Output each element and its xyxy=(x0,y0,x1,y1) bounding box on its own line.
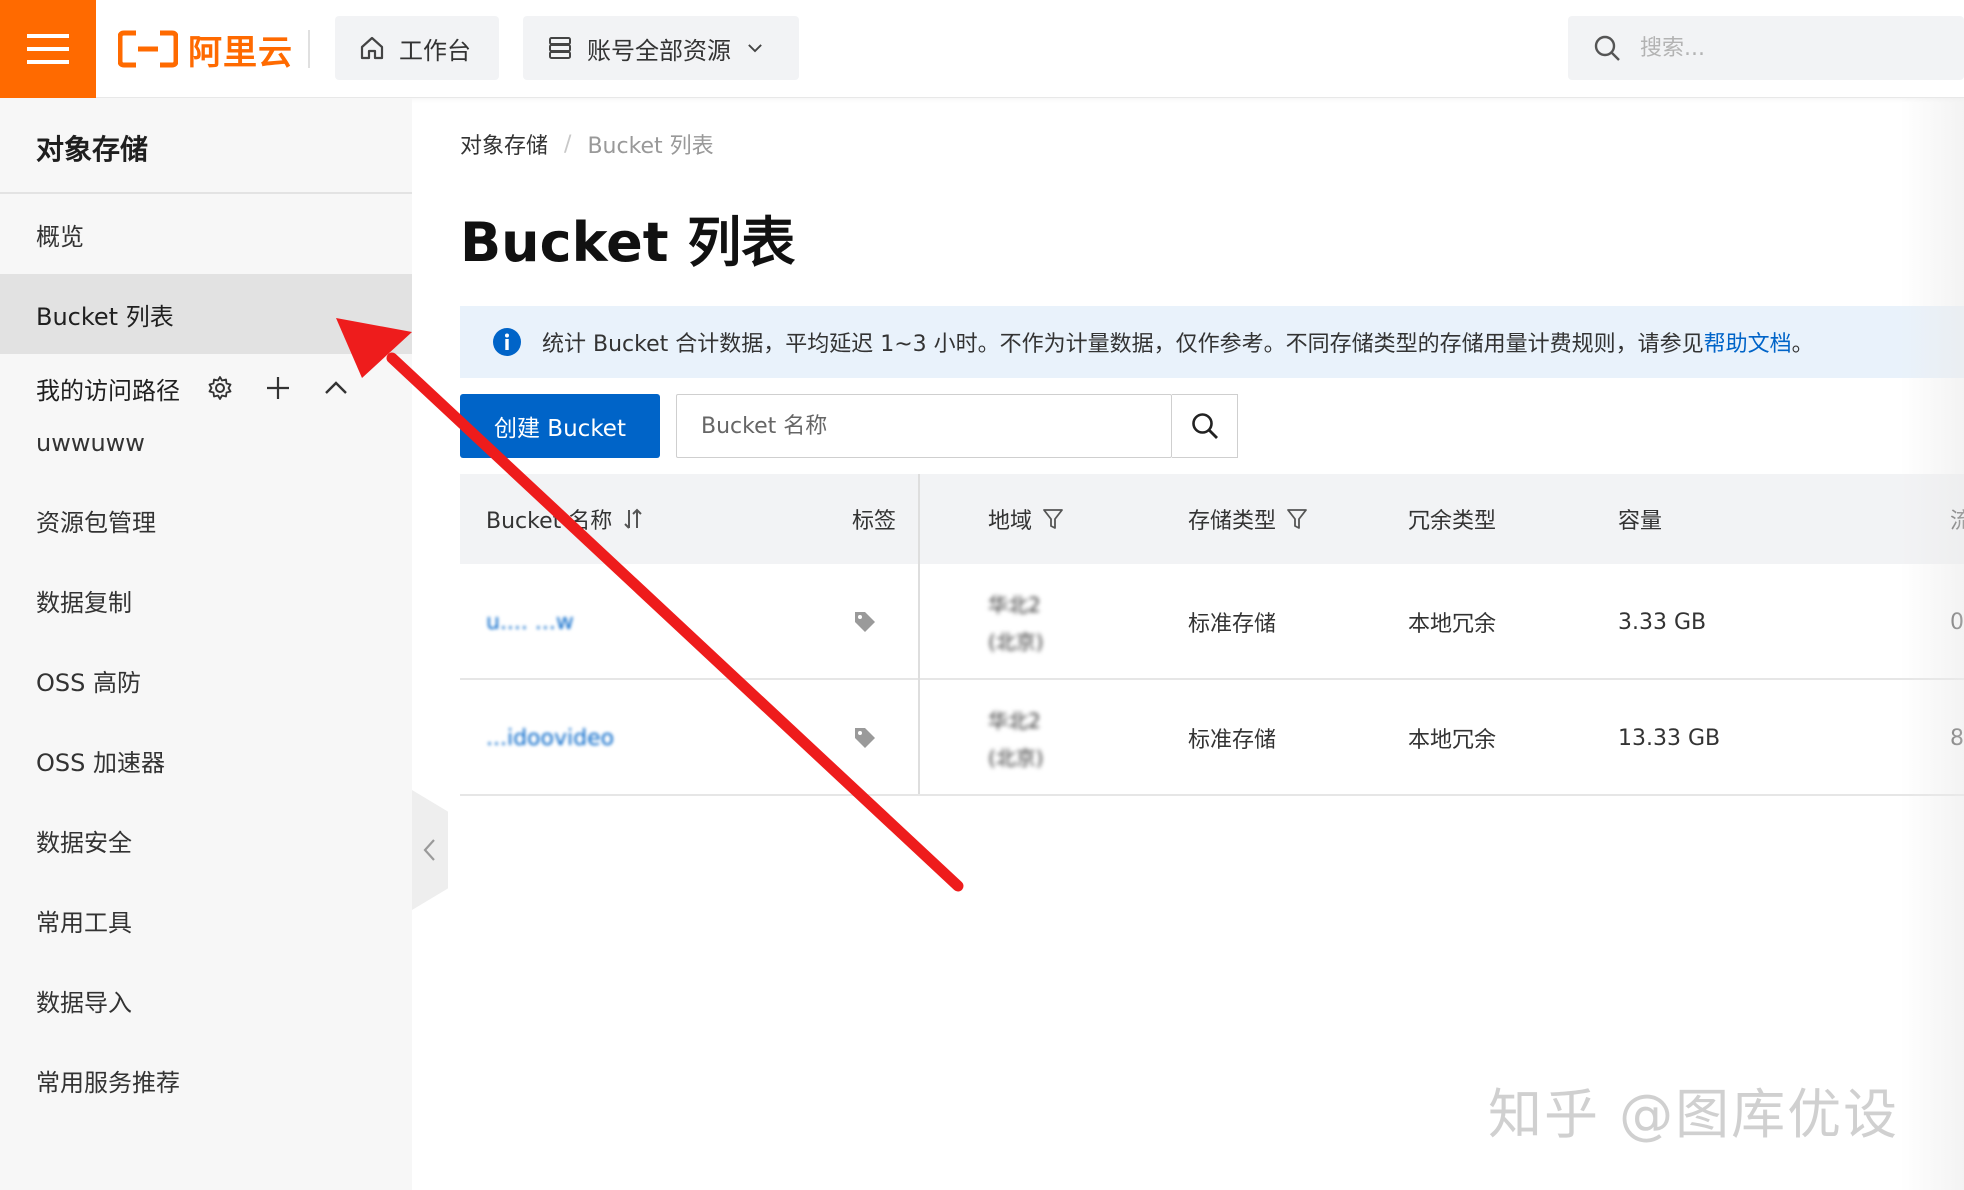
chevron-up-icon[interactable] xyxy=(322,374,350,402)
logo-separator xyxy=(308,30,310,68)
create-bucket-button[interactable]: 创建 Bucket xyxy=(460,394,660,458)
th-bucket-name-label: Bucket 名称 xyxy=(486,509,613,534)
info-banner: 统计 Bucket 合计数据，平均延迟 1~3 小时。不作为计量数据，仅作参考。… xyxy=(460,306,1964,378)
filter-icon xyxy=(1043,509,1063,529)
help-docs-link[interactable]: 帮助文档 xyxy=(1704,332,1792,357)
region-line1: 华北2 xyxy=(988,709,1041,733)
region-line1: 华北2 xyxy=(988,593,1041,617)
region-line2: (北京) xyxy=(988,746,1044,770)
main-content: 对象存储 / Bucket 列表 Bucket 列表 统计 Bucket 合计数… xyxy=(412,98,1964,1190)
capacity-cell: 3.33 GB xyxy=(1618,609,1707,635)
workbench-button[interactable]: 工作台 xyxy=(335,16,499,80)
bucket-name-search xyxy=(676,394,1172,458)
menu-button[interactable] xyxy=(0,0,96,98)
sidebar-item-recommended-services[interactable]: 常用服务推荐 xyxy=(0,1040,412,1120)
resources-dropdown[interactable]: 账号全部资源 xyxy=(523,16,799,80)
plus-icon[interactable] xyxy=(264,374,292,402)
resources-label: 账号全部资源 xyxy=(587,36,731,65)
region-line2: (北京) xyxy=(988,630,1044,654)
home-icon xyxy=(360,36,384,60)
sidebar-item-oss-accelerator[interactable]: OSS 加速器 xyxy=(0,720,412,800)
breadcrumb-separator: / xyxy=(564,131,572,157)
table-row: u.... ...w 华北2 (北京) 标准存储 本地冗余 3.33 GB 0 xyxy=(460,564,1964,680)
sidebar-item-bucket-list[interactable]: Bucket 列表 xyxy=(0,274,412,354)
sidebar-item-data-replication[interactable]: 数据复制 xyxy=(0,560,412,640)
redundancy-cell: 本地冗余 xyxy=(1408,612,1497,637)
info-icon xyxy=(493,328,521,356)
global-search-input[interactable] xyxy=(1640,35,1940,61)
aliyun-logo[interactable]: 阿里云 xyxy=(118,26,293,73)
th-storage-type-label: 存储类型 xyxy=(1188,509,1277,534)
storage-type-cell: 标准存储 xyxy=(1188,612,1277,637)
storage-type-cell: 标准存储 xyxy=(1188,728,1277,753)
breadcrumb: 对象存储 / Bucket 列表 xyxy=(460,128,714,160)
my-access-paths-label: 我的访问路径 xyxy=(36,376,180,405)
sidebar-item-uwwuww[interactable]: uwwuww xyxy=(0,408,412,478)
server-stack-icon xyxy=(549,37,571,59)
tag-cell[interactable] xyxy=(852,680,878,796)
region-cell: 华北2 (北京) xyxy=(988,680,1044,796)
sidebar-item-common-tools[interactable]: 常用工具 xyxy=(0,880,412,960)
hamburger-icon xyxy=(27,34,69,64)
th-extra: 流 xyxy=(1950,509,1964,534)
sidebar-item-overview[interactable]: 概览 xyxy=(0,194,412,274)
watermark: 知乎 @图库优设 xyxy=(1488,1083,1900,1146)
sidebar-item-data-security[interactable]: 数据安全 xyxy=(0,800,412,880)
top-bar: 阿里云 工作台 账号全部资源 xyxy=(0,0,1964,98)
tag-icon xyxy=(855,612,875,632)
th-region[interactable]: 地域 xyxy=(988,474,1064,564)
th-storage-type[interactable]: 存储类型 xyxy=(1188,474,1308,564)
region-cell: 华北2 (北京) xyxy=(988,564,1044,680)
breadcrumb-bucket-list: Bucket 列表 xyxy=(587,134,714,159)
bucket-name-input[interactable] xyxy=(677,395,1169,457)
th-redundancy: 冗余类型 xyxy=(1408,509,1497,534)
gear-icon[interactable] xyxy=(206,374,234,402)
search-icon xyxy=(1191,413,1218,439)
page-title: Bucket 列表 xyxy=(460,211,796,274)
th-bucket-name[interactable]: Bucket 名称 xyxy=(486,474,644,564)
info-text-body: 统计 Bucket 合计数据，平均延迟 1~3 小时。不作为计量数据，仅作参考。… xyxy=(542,332,1704,357)
sidebar-item-oss-ddos[interactable]: OSS 高防 xyxy=(0,640,412,720)
breadcrumb-oss[interactable]: 对象存储 xyxy=(460,128,548,160)
sidebar-title: 对象存储 xyxy=(36,133,149,166)
extra-cell: 0 xyxy=(1950,609,1964,635)
workbench-label: 工作台 xyxy=(399,36,471,65)
sidebar-item-data-import[interactable]: 数据导入 xyxy=(0,960,412,1040)
info-text: 统计 Bucket 合计数据，平均延迟 1~3 小时。不作为计量数据，仅作参考。… xyxy=(542,326,1814,358)
bucket-name-link[interactable]: ...idoovideo xyxy=(486,726,614,751)
tag-cell[interactable] xyxy=(852,564,878,680)
redundancy-cell: 本地冗余 xyxy=(1408,728,1497,753)
search-icon xyxy=(1594,35,1620,61)
bucket-search-button[interactable] xyxy=(1172,394,1238,458)
sidebar-item-resource-packages[interactable]: 资源包管理 xyxy=(0,480,412,560)
extra-cell: 8 xyxy=(1950,725,1964,751)
filter-icon xyxy=(1287,509,1307,529)
aliyun-logo-icon xyxy=(118,30,178,68)
th-tags: 标签 xyxy=(852,509,897,534)
tag-icon xyxy=(855,728,875,748)
th-capacity: 容量 xyxy=(1618,509,1663,534)
logo-text: 阿里云 xyxy=(188,32,293,73)
sort-icon xyxy=(624,508,642,529)
bucket-name-cell: ...idoovideo xyxy=(486,680,614,796)
table-header: Bucket 名称 标签 地域 存储类型 冗余类型 容量 流 xyxy=(460,474,1964,564)
column-divider xyxy=(918,474,920,794)
sidebar: 对象存储 概览 Bucket 列表 我的访问路径 uwwuww 资源包管理 数据… xyxy=(0,98,412,1190)
chevron-down-icon xyxy=(748,44,762,53)
capacity-cell: 13.33 GB xyxy=(1618,725,1721,751)
bucket-name-cell: u.... ...w xyxy=(486,564,574,680)
th-region-label: 地域 xyxy=(988,509,1033,534)
bucket-name-link[interactable]: u.... ...w xyxy=(486,610,574,635)
my-access-paths: 我的访问路径 xyxy=(36,368,386,408)
table-row: ...idoovideo 华北2 (北京) 标准存储 本地冗余 13.33 GB… xyxy=(460,680,1964,796)
info-text-end: 。 xyxy=(1791,332,1814,357)
global-search[interactable] xyxy=(1568,16,1964,80)
